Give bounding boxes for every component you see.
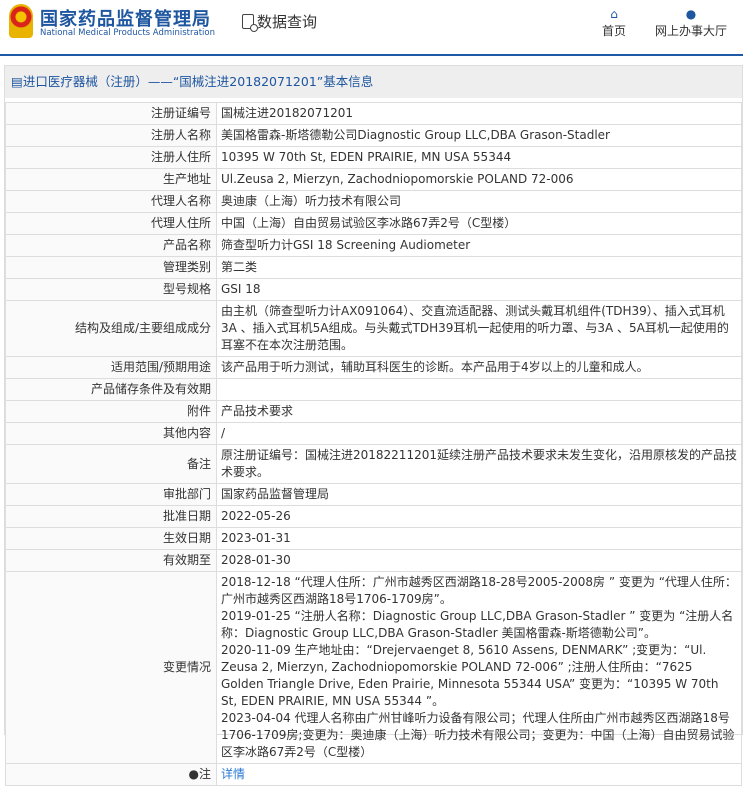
field-label: 结构及组成/主要组成成分 (5, 300, 217, 357)
field-label: 代理人住所 (5, 212, 217, 235)
home-icon: ⌂ (610, 7, 618, 21)
table-row-note: ●注 详情 (5, 763, 742, 786)
data-query-title[interactable]: 数据查询 (242, 11, 317, 32)
field-value: 10395 W 70th St, EDEN PRAIRIE, MN USA 55… (216, 146, 742, 169)
field-value: 奥迪康（上海）听力技术有限公司 (216, 190, 742, 213)
field-label: 审批部门 (5, 483, 217, 506)
panel-title: ▤进口医疗器械（注册）——“国械注进20182071201”基本信息 (5, 66, 742, 98)
field-value: 第二类 (216, 256, 742, 279)
field-value: 产品技术要求 (216, 400, 742, 423)
field-value: 中国（上海）自由贸易试验区李冰路67弄2号（C型楼） (216, 212, 742, 235)
field-label: 产品名称 (5, 234, 217, 257)
table-row: 结构及组成/主要组成成分 由主机（筛查型听力计AX091064）、交直流适配器、测… (5, 300, 742, 357)
field-label: 变更情况 (5, 571, 217, 764)
nav-home-label: 首页 (602, 24, 627, 38)
field-value: 筛查型听力计GSI 18 Screening Audiometer (216, 234, 742, 257)
field-label: 适用范围/预期用途 (5, 356, 217, 379)
field-value: / (216, 422, 742, 445)
field-value: 美国格雷森-斯塔德勒公司Diagnostic Group LLC,DBA Gra… (216, 124, 742, 147)
field-label: 附件 (5, 400, 217, 423)
field-value: 该产品用于听力测试，辅助耳科医生的诊断。本产品用于4岁以上的儿童和成人。 (216, 356, 742, 379)
panel-title-text: 进口医疗器械（注册）——“国械注进20182071201”基本信息 (22, 74, 374, 89)
field-label: 生效日期 (5, 527, 217, 550)
pin-icon: ● (188, 767, 199, 781)
table-row: 管理类别 第二类 (5, 256, 742, 279)
table-row: 审批部门 国家药品监督管理局 (5, 483, 742, 506)
table-row: 有效期至 2028-01-30 (5, 549, 742, 572)
table-row: 适用范围/预期用途 该产品用于听力测试，辅助耳科医生的诊断。本产品用于4岁以上的儿… (5, 356, 742, 379)
change-item: 2018-12-18 “代理人住所：广州市越秀区西湖路18-28号2005-20… (221, 575, 737, 606)
table-row: 代理人住所 中国（上海）自由贸易试验区李冰路67弄2号（C型楼） (5, 212, 742, 235)
field-label: 型号规格 (5, 278, 217, 301)
field-label: 其他内容 (5, 422, 217, 445)
field-label: 代理人名称 (5, 190, 217, 213)
nav-online-hall[interactable]: ● 网上办事大厅 (655, 6, 727, 39)
field-label: 注册人名称 (5, 124, 217, 147)
table-row: 注册人名称 美国格雷森-斯塔德勒公司Diagnostic Group LLC,DB… (5, 124, 742, 147)
national-emblem-logo (9, 4, 33, 38)
field-label: 注册证编号 (5, 102, 217, 125)
changes-value: 2018-12-18 “代理人住所：广州市越秀区西湖路18-28号2005-20… (216, 571, 742, 764)
document-icon: ▤ (11, 74, 23, 89)
field-value: 2022-05-26 (216, 505, 742, 528)
site-header: 国家药品监督管理局 National Medical Products Admi… (0, 0, 743, 56)
table-row: 产品名称 筛查型听力计GSI 18 Screening Audiometer (5, 234, 742, 257)
field-label: 管理类别 (5, 256, 217, 279)
field-value: 国械注进20182071201 (216, 102, 742, 125)
nav-online-hall-label: 网上办事大厅 (655, 24, 728, 38)
field-value (216, 378, 742, 401)
field-label: 备注 (5, 444, 217, 484)
field-value: 2023-01-31 (216, 527, 742, 550)
field-value: 原注册证编号：国械注进20182211201延续注册产品技术要求未发生变化，沿用… (216, 444, 742, 484)
table-row: 注册证编号 国械注进20182071201 (5, 102, 742, 125)
brand-name-en: National Medical Products Administration (40, 28, 215, 38)
table-row-changes: 变更情况 2018-12-18 “代理人住所：广州市越秀区西湖路18-28号200… (5, 571, 742, 764)
field-label: 注册人住所 (5, 146, 217, 169)
change-item: 2023-04-04 代理人名称由广州甘峰听力设备有限公司；代理人住所由广州市越… (221, 711, 735, 759)
table-row: 产品储存条件及有效期 (5, 378, 742, 401)
table-row: 型号规格 GSI 18 (5, 278, 742, 301)
info-table: 注册证编号 国械注进20182071201 注册人名称 美国格雷森-斯塔德勒公司Dia… (5, 102, 742, 786)
data-query-label: 数据查询 (257, 13, 318, 31)
table-row: 备注 原注册证编号：国械注进20182211201延续注册产品技术要求未发生变化，… (5, 444, 742, 484)
field-label: 有效期至 (5, 549, 217, 572)
field-value: 由主机（筛查型听力计AX091064）、交直流适配器、测试头戴耳机组件(TDH3… (216, 300, 742, 357)
table-row: 注册人住所 10395 W 70th St, EDEN PRAIRIE, MN U… (5, 146, 742, 169)
document-search-icon (242, 14, 258, 32)
note-label: 注 (198, 767, 211, 781)
details-link[interactable]: 详情 (221, 767, 245, 781)
table-row: 其他内容 / (5, 422, 742, 445)
field-label: 产品储存条件及有效期 (5, 378, 217, 401)
table-row: 附件 产品技术要求 (5, 400, 742, 423)
nav-home[interactable]: ⌂ 首页 (602, 6, 626, 39)
field-label: ●注 (5, 763, 217, 786)
table-row: 批准日期 2022-05-26 (5, 505, 742, 528)
detail-panel: ▤进口医疗器械（注册）——“国械注进20182071201”基本信息 注册证编号… (4, 65, 743, 786)
field-value: 2028-01-30 (216, 549, 742, 572)
field-value: GSI 18 (216, 278, 742, 301)
field-label: 批准日期 (5, 505, 217, 528)
table-row: 生产地址 Ul.Zeusa 2, Mierzyn, Zachodniopomors… (5, 168, 742, 191)
change-item: 2020-11-09 生产地址由：“Drejervaenget 8, 5610 … (221, 643, 719, 708)
user-icon: ● (685, 7, 697, 21)
change-item: 2019-01-25 “注册人名称：Diagnostic Group LLC,D… (221, 609, 734, 640)
table-row: 生效日期 2023-01-31 (5, 527, 742, 550)
field-value: 国家药品监督管理局 (216, 483, 742, 506)
field-label: 生产地址 (5, 168, 217, 191)
field-value: Ul.Zeusa 2, Mierzyn, Zachodniopomorskie … (216, 168, 742, 191)
table-row: 代理人名称 奥迪康（上海）听力技术有限公司 (5, 190, 742, 213)
